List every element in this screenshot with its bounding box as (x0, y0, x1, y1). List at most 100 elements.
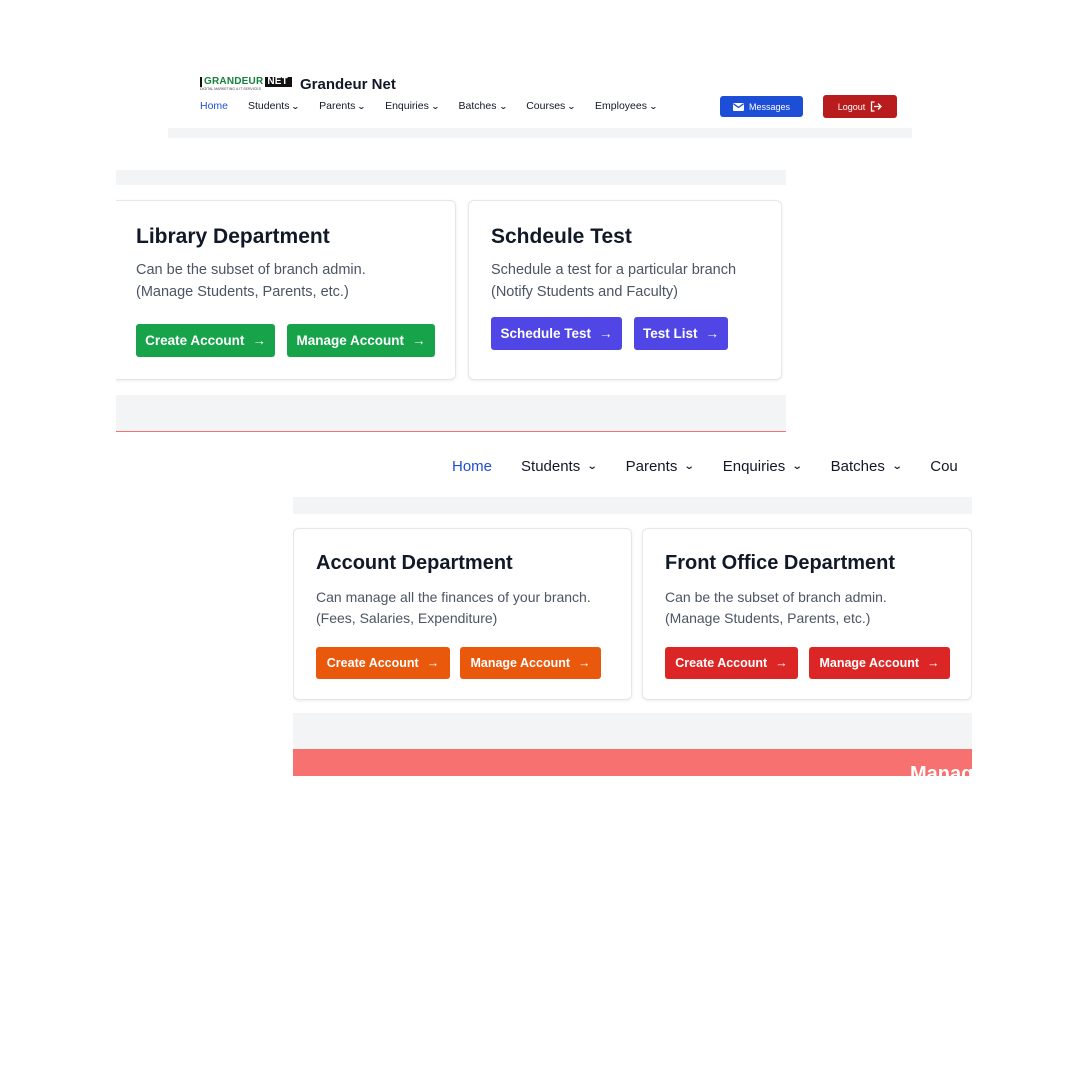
nav-parents[interactable]: Parents ⌄ (319, 100, 367, 112)
nav-courses[interactable]: Courses ⌄ (526, 100, 577, 112)
schedule-test-button[interactable]: Schedule Test → (491, 317, 622, 350)
grandeur-net-logo: GRANDEUR NET DIGITAL MARKETING & IT SERV… (200, 77, 292, 92)
arrow-right-icon: → (705, 326, 720, 341)
account-description: Can manage all the finances of your bran… (316, 587, 591, 629)
chevron-down-icon: ⌄ (498, 101, 508, 111)
nav-courses-label: Courses (526, 100, 566, 112)
test-list-button[interactable]: Test List → (634, 317, 728, 350)
chevron-down-icon: ⌄ (567, 101, 577, 111)
brand-name: Grandeur Net (300, 76, 396, 93)
nav-enquiries[interactable]: Enquiries ⌄ (722, 458, 803, 475)
nav-employees[interactable]: Employees ⌄ (595, 100, 658, 112)
arrow-right-icon: → (252, 333, 266, 348)
main-nav: Home Students ⌄ Parents ⌄ Enquiries ⌄ Batch… (200, 100, 677, 112)
nav-enquiries[interactable]: Enquiries ⌄ (385, 100, 440, 112)
schedule-desc-line2: (Notify Students and Faculty) (491, 283, 678, 300)
chevron-down-icon: ⌄ (357, 101, 367, 111)
account-create-account-button[interactable]: Create Account → (316, 647, 450, 679)
logout-label: Logout (837, 101, 866, 112)
arrow-right-icon: → (426, 656, 440, 670)
messages-label: Messages (748, 101, 791, 112)
front-office-desc-line1: Can be the subset of branch admin. (665, 589, 887, 605)
manage-account-label: Manage Account (296, 333, 404, 348)
schedule-description: Schedule a test for a particular branch (… (491, 260, 736, 304)
chevron-down-icon: ⌄ (291, 101, 301, 111)
chevron-down-icon: ⌄ (684, 461, 695, 472)
manage-account-label: Manage Account (470, 656, 571, 670)
logout-button[interactable]: Logout (823, 95, 897, 118)
zoomed-nav: Home Students ⌄ Parents ⌄ Enquiries ⌄ Batch… (452, 458, 972, 475)
cards-screenshot-bottom: Home Students ⌄ Parents ⌄ Enquiries ⌄ Batch… (293, 447, 972, 776)
front-office-title: Front Office Department (665, 552, 896, 574)
chevron-down-icon: ⌄ (648, 101, 658, 111)
front-office-description: Can be the subset of branch admin. (Manag… (665, 587, 887, 629)
navbar-screenshot: GRANDEUR NET DIGITAL MARKETING & IT SERV… (168, 70, 912, 138)
nav-courses-cut[interactable]: Cou (930, 458, 958, 475)
logo-text-grandeur: GRANDEUR (200, 77, 263, 88)
nav-courses-label-cut: Cou (930, 458, 958, 475)
messages-button[interactable]: Messages (720, 96, 803, 117)
create-account-label: Create Account (145, 333, 245, 348)
red-section-title-cut: Manag (910, 763, 972, 776)
schedule-test-card: Schdeule Test Schedule a test for a part… (468, 200, 782, 380)
arrow-right-icon: → (578, 656, 591, 670)
front-office-manage-account-button[interactable]: Manage Account → (809, 647, 950, 679)
nav-home-label: Home (452, 458, 493, 475)
chevron-down-icon: ⌄ (792, 461, 803, 472)
arrow-right-icon: → (412, 333, 426, 348)
arrow-right-icon: → (927, 656, 940, 670)
front-office-desc-line2: (Manage Students, Parents, etc.) (665, 610, 871, 626)
arrow-right-icon: → (599, 326, 613, 341)
chevron-down-icon: ⌄ (891, 461, 903, 472)
front-office-create-account-button[interactable]: Create Account → (665, 647, 798, 679)
manage-account-label: Manage Account (819, 656, 920, 670)
nav-batches-label: Batches (458, 100, 497, 112)
mail-icon (732, 102, 744, 111)
library-department-card: Library Department Can be the subset of … (116, 200, 456, 380)
arrow-right-icon: → (775, 656, 788, 670)
nav-students-label: Students (248, 100, 290, 112)
account-title: Account Department (316, 552, 513, 574)
nav-parents-label: Parents (625, 458, 678, 475)
create-account-label: Create Account (326, 656, 419, 670)
gray-strip (116, 170, 786, 185)
nav-batches-label: Batches (830, 458, 885, 475)
library-desc-line2: (Manage Students, Parents, etc.) (136, 283, 349, 300)
front-office-department-card: Front Office Department Can be the subse… (642, 528, 972, 700)
library-create-account-button[interactable]: Create Account → (136, 324, 275, 357)
create-account-label: Create Account (675, 656, 768, 670)
logo-text-net: NET (265, 77, 292, 88)
nav-batches[interactable]: Batches ⌄ (830, 458, 903, 475)
logo-tagline: DIGITAL MARKETING & IT SERVICES (200, 87, 261, 92)
nav-parents-label: Parents (319, 100, 356, 112)
schedule-title: Schdeule Test (491, 225, 632, 248)
account-desc-line2: (Fees, Salaries, Expenditure) (316, 610, 498, 626)
nav-batches[interactable]: Batches ⌄ (458, 100, 508, 112)
chevron-down-icon: ⌄ (586, 461, 598, 472)
nav-students[interactable]: Students ⌄ (521, 458, 598, 475)
test-list-label: Test List (642, 326, 698, 341)
nav-home[interactable]: Home (452, 458, 492, 475)
account-department-card: Account Department Can manage all the fi… (293, 528, 632, 700)
library-manage-account-button[interactable]: Manage Account → (287, 324, 435, 357)
gray-strip (293, 713, 972, 749)
nav-home-label: Home (200, 100, 229, 112)
logout-icon (871, 101, 883, 112)
nav-students[interactable]: Students ⌄ (248, 100, 301, 112)
brand[interactable]: GRANDEUR NET DIGITAL MARKETING & IT SERV… (200, 76, 396, 93)
account-desc-line1: Can manage all the finances of your bran… (316, 589, 591, 605)
library-desc-line1: Can be the subset of branch admin. (136, 262, 366, 278)
red-section-banner: Manag (293, 749, 972, 776)
nav-home[interactable]: Home (200, 100, 228, 112)
cards-screenshot-top: Library Department Can be the subset of … (116, 170, 786, 432)
library-description: Can be the subset of branch admin. (Manag… (136, 260, 366, 304)
gray-strip (116, 395, 786, 431)
account-manage-account-button[interactable]: Manage Account → (460, 647, 601, 679)
nav-students-label: Students (521, 458, 581, 475)
schedule-desc-line1: Schedule a test for a particular branch (491, 262, 737, 278)
gray-strip (293, 497, 972, 514)
nav-employees-label: Employees (595, 100, 647, 112)
chevron-down-icon: ⌄ (430, 101, 440, 111)
nav-parents[interactable]: Parents ⌄ (625, 458, 695, 475)
nav-enquiries-label: Enquiries (722, 458, 786, 475)
